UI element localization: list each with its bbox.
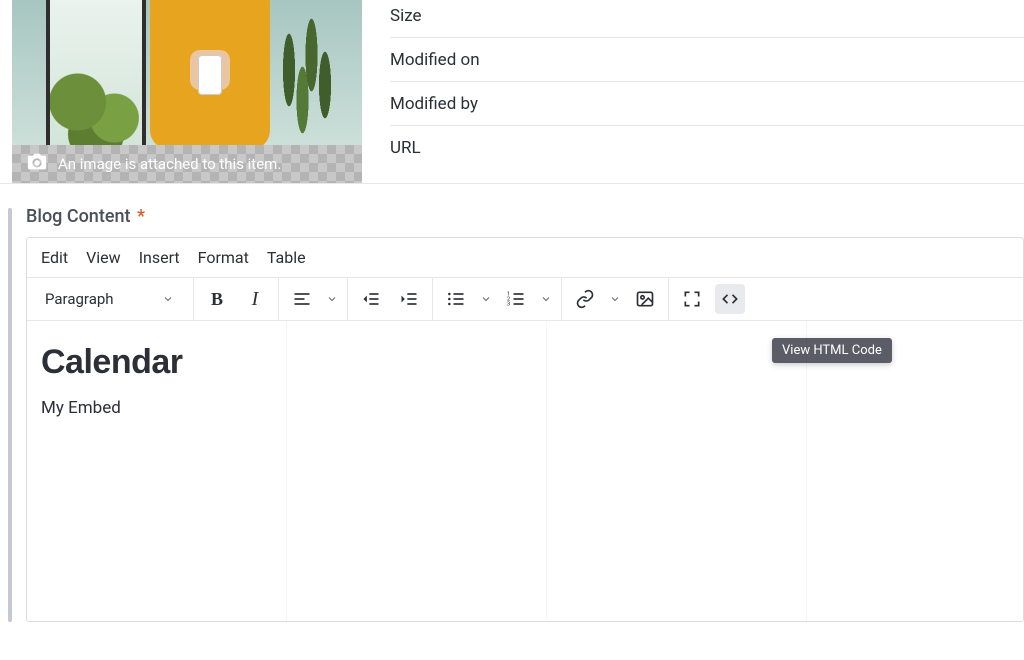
meta-row-modified-on: Modified on (390, 38, 1024, 82)
section-title: Blog Content * (26, 206, 1024, 227)
attachment-meta-list: Size Modified on Modified by URL (362, 0, 1024, 183)
chevron-down-icon[interactable] (479, 292, 493, 306)
outdent-icon (361, 289, 381, 309)
indent-button[interactable] (394, 284, 424, 314)
meta-label-modified-by: Modified by (390, 94, 478, 114)
numbered-list-icon: 123 (506, 289, 526, 309)
rich-text-editor: Edit View Insert Format Table Paragraph (26, 237, 1024, 622)
section-title-text: Blog Content (26, 206, 130, 227)
menu-format[interactable]: Format (198, 248, 249, 267)
link-icon (575, 289, 595, 309)
meta-row-modified-by: Modified by (390, 82, 1024, 126)
editor-menubar: Edit View Insert Format Table (27, 238, 1023, 277)
toolbar-group-lists: 123 (433, 278, 562, 320)
block-format-select[interactable]: Paragraph (35, 290, 185, 308)
link-button[interactable] (570, 284, 600, 314)
image-button[interactable] (630, 284, 660, 314)
meta-row-url: URL (390, 126, 1024, 170)
view-html-button[interactable] (715, 284, 745, 314)
meta-row-size: Size (390, 0, 1024, 38)
menu-insert[interactable]: Insert (139, 248, 180, 267)
attachment-caption-bar: An image is attached to this item. (12, 145, 362, 183)
menu-table[interactable]: Table (267, 248, 306, 267)
image-icon (635, 289, 655, 309)
toolbar-group-align (279, 278, 348, 320)
editor-toolbar: Paragraph B I (27, 277, 1023, 321)
toolbar-group-media (562, 278, 669, 320)
bold-icon: B (211, 289, 223, 310)
svg-text:3: 3 (507, 302, 510, 308)
chevron-down-icon (161, 292, 175, 306)
align-button[interactable] (287, 284, 317, 314)
chevron-down-icon[interactable] (539, 292, 553, 306)
toolbar-group-indent (348, 278, 433, 320)
toolbar-group-inline: B I (194, 278, 279, 320)
chevron-down-icon[interactable] (325, 292, 339, 306)
menu-edit[interactable]: Edit (41, 248, 68, 267)
attachment-caption-text: An image is attached to this item. (58, 155, 281, 173)
attachment-thumbnail[interactable]: An image is attached to this item. (12, 0, 362, 183)
chevron-down-icon[interactable] (608, 292, 622, 306)
menu-view[interactable]: View (86, 248, 121, 267)
italic-icon: I (252, 288, 259, 311)
content-paragraph[interactable]: My Embed (41, 398, 1009, 418)
outdent-button[interactable] (356, 284, 386, 314)
bullet-list-button[interactable] (441, 284, 471, 314)
meta-label-size: Size (390, 6, 422, 26)
meta-label-url: URL (390, 138, 421, 158)
toolbar-group-view (669, 278, 753, 320)
fullscreen-icon (682, 289, 702, 309)
align-left-icon (292, 289, 312, 309)
left-gutter (0, 0, 12, 183)
editor-content-area[interactable]: Calendar My Embed (27, 321, 1023, 621)
indent-icon (399, 289, 419, 309)
block-format-label: Paragraph (45, 290, 114, 308)
section-accent-bar (8, 208, 12, 622)
required-marker: * (137, 206, 145, 227)
bullet-list-icon (446, 289, 466, 309)
meta-label-modified-on: Modified on (390, 50, 480, 70)
toolbar-group-block: Paragraph (27, 278, 194, 320)
blog-content-section: Blog Content * Edit View Insert Format T… (0, 206, 1024, 622)
bold-button[interactable]: B (202, 284, 232, 314)
italic-button[interactable]: I (240, 284, 270, 314)
code-icon (720, 289, 740, 309)
camera-icon (26, 151, 48, 177)
numbered-list-button[interactable]: 123 (501, 284, 531, 314)
content-heading[interactable]: Calendar (41, 343, 1009, 382)
attachment-meta-section: An image is attached to this item. Size … (0, 0, 1024, 184)
fullscreen-button[interactable] (677, 284, 707, 314)
